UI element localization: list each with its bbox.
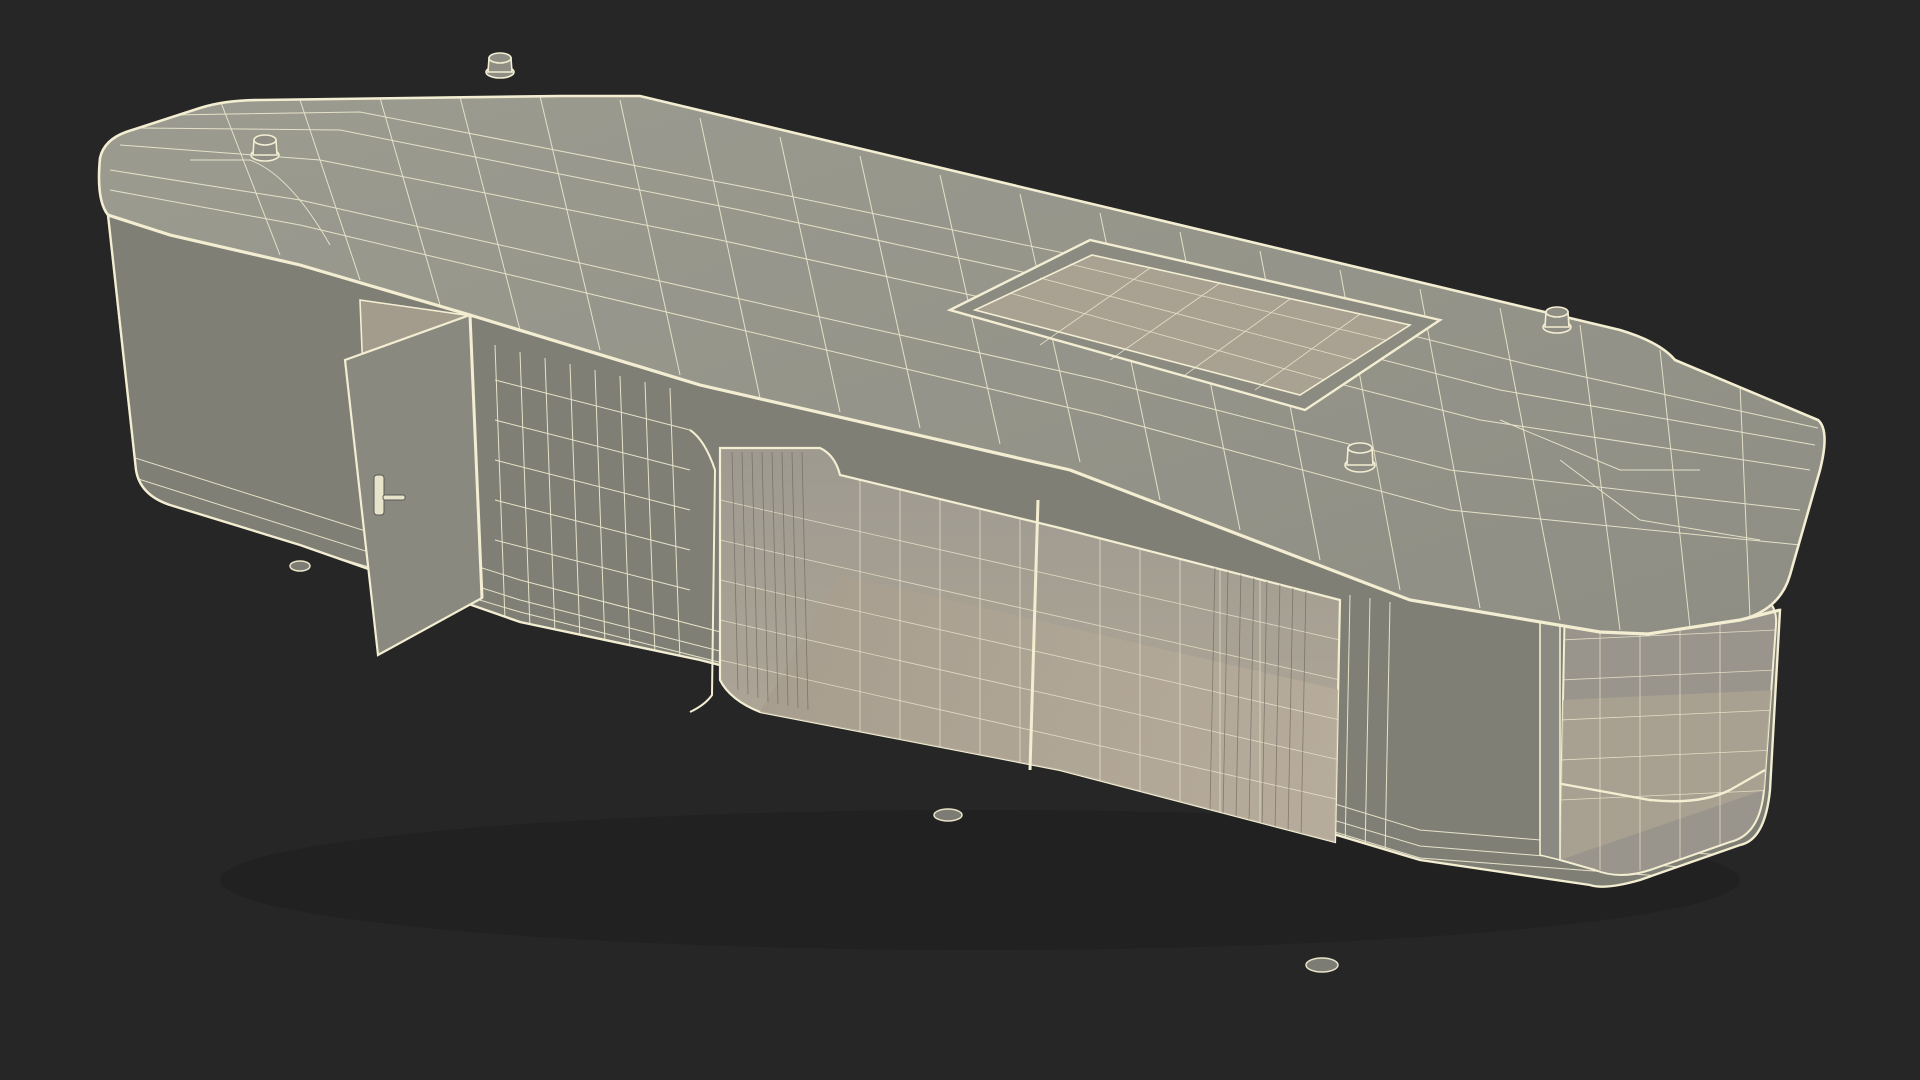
wireframe-render	[0, 0, 1920, 1080]
